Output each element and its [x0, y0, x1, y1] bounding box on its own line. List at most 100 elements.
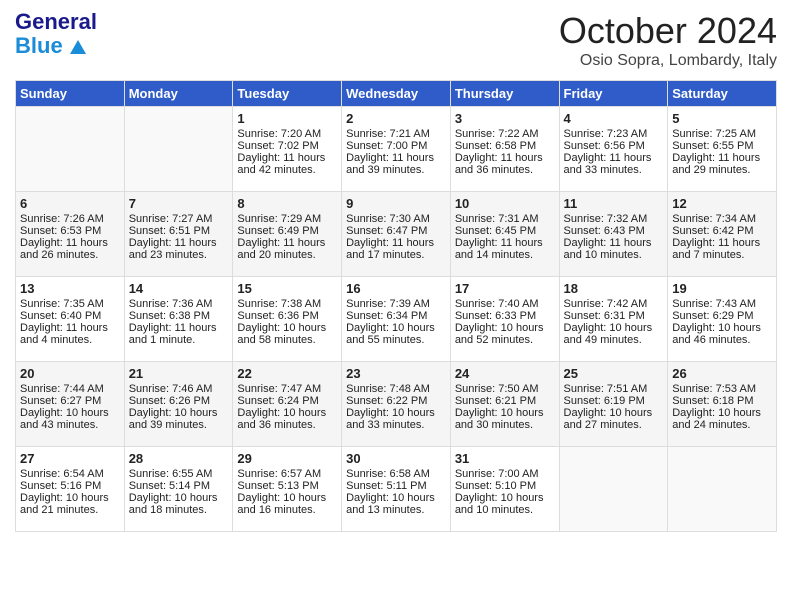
cell-text: Daylight: 10 hours and 46 minutes. — [672, 322, 772, 346]
calendar-header: SundayMondayTuesdayWednesdayThursdayFrid… — [16, 81, 777, 107]
cell-text: Sunrise: 7:48 AM — [346, 383, 446, 395]
calendar-cell: 14Sunrise: 7:36 AMSunset: 6:38 PMDayligh… — [124, 277, 233, 362]
cell-text: Sunrise: 6:57 AM — [237, 468, 337, 480]
cell-text: Sunset: 5:14 PM — [129, 480, 229, 492]
day-number: 12 — [672, 196, 772, 211]
calendar-cell: 19Sunrise: 7:43 AMSunset: 6:29 PMDayligh… — [668, 277, 777, 362]
cell-text: Daylight: 10 hours and 13 minutes. — [346, 492, 446, 516]
calendar-cell: 15Sunrise: 7:38 AMSunset: 6:36 PMDayligh… — [233, 277, 342, 362]
cell-text: Sunset: 6:26 PM — [129, 395, 229, 407]
cell-text: Sunrise: 6:54 AM — [20, 468, 120, 480]
calendar-cell: 13Sunrise: 7:35 AMSunset: 6:40 PMDayligh… — [16, 277, 125, 362]
calendar-cell: 22Sunrise: 7:47 AMSunset: 6:24 PMDayligh… — [233, 362, 342, 447]
cell-text: Sunrise: 6:55 AM — [129, 468, 229, 480]
cell-text: Sunset: 7:00 PM — [346, 140, 446, 152]
cell-text: Daylight: 11 hours and 1 minute. — [129, 322, 229, 346]
day-number: 29 — [237, 451, 337, 466]
cell-text: Daylight: 11 hours and 14 minutes. — [455, 237, 555, 261]
day-number: 19 — [672, 281, 772, 296]
cell-text: Sunset: 6:18 PM — [672, 395, 772, 407]
cell-text: Daylight: 11 hours and 36 minutes. — [455, 152, 555, 176]
cell-text: Daylight: 11 hours and 23 minutes. — [129, 237, 229, 261]
cell-text: Sunrise: 7:32 AM — [564, 213, 664, 225]
day-number: 4 — [564, 111, 664, 126]
cell-text: Sunset: 6:34 PM — [346, 310, 446, 322]
calendar-cell: 6Sunrise: 7:26 AMSunset: 6:53 PMDaylight… — [16, 192, 125, 277]
cell-text: Sunset: 6:21 PM — [455, 395, 555, 407]
cell-text: Daylight: 10 hours and 36 minutes. — [237, 407, 337, 431]
day-number: 11 — [564, 196, 664, 211]
cell-text: Sunrise: 7:31 AM — [455, 213, 555, 225]
day-number: 26 — [672, 366, 772, 381]
cell-text: Sunset: 6:27 PM — [20, 395, 120, 407]
cell-text: Sunset: 5:11 PM — [346, 480, 446, 492]
cell-text: Sunrise: 7:38 AM — [237, 298, 337, 310]
day-of-week-header: Thursday — [450, 81, 559, 107]
cell-text: Daylight: 11 hours and 20 minutes. — [237, 237, 337, 261]
cell-text: Sunrise: 7:43 AM — [672, 298, 772, 310]
cell-text: Sunrise: 7:51 AM — [564, 383, 664, 395]
day-number: 24 — [455, 366, 555, 381]
day-number: 13 — [20, 281, 120, 296]
cell-text: Daylight: 11 hours and 33 minutes. — [564, 152, 664, 176]
cell-text: Sunrise: 7:47 AM — [237, 383, 337, 395]
day-number: 10 — [455, 196, 555, 211]
cell-text: Daylight: 11 hours and 17 minutes. — [346, 237, 446, 261]
calendar-cell: 21Sunrise: 7:46 AMSunset: 6:26 PMDayligh… — [124, 362, 233, 447]
cell-text: Sunset: 6:55 PM — [672, 140, 772, 152]
calendar-cell: 8Sunrise: 7:29 AMSunset: 6:49 PMDaylight… — [233, 192, 342, 277]
calendar-cell: 29Sunrise: 6:57 AMSunset: 5:13 PMDayligh… — [233, 447, 342, 532]
calendar-cell: 27Sunrise: 6:54 AMSunset: 5:16 PMDayligh… — [16, 447, 125, 532]
calendar-cell: 18Sunrise: 7:42 AMSunset: 6:31 PMDayligh… — [559, 277, 668, 362]
day-number: 1 — [237, 111, 337, 126]
cell-text: Sunset: 6:31 PM — [564, 310, 664, 322]
cell-text: Sunset: 6:38 PM — [129, 310, 229, 322]
title-block: October 2024 Osio Sopra, Lombardy, Italy — [559, 10, 777, 70]
day-number: 23 — [346, 366, 446, 381]
calendar-cell: 24Sunrise: 7:50 AMSunset: 6:21 PMDayligh… — [450, 362, 559, 447]
calendar-cell: 3Sunrise: 7:22 AMSunset: 6:58 PMDaylight… — [450, 107, 559, 192]
day-number: 9 — [346, 196, 446, 211]
calendar-week-row: 13Sunrise: 7:35 AMSunset: 6:40 PMDayligh… — [16, 277, 777, 362]
day-of-week-header: Saturday — [668, 81, 777, 107]
day-number: 6 — [20, 196, 120, 211]
cell-text: Sunrise: 7:44 AM — [20, 383, 120, 395]
cell-text: Daylight: 10 hours and 16 minutes. — [237, 492, 337, 516]
cell-text: Daylight: 11 hours and 39 minutes. — [346, 152, 446, 176]
calendar-cell: 25Sunrise: 7:51 AMSunset: 6:19 PMDayligh… — [559, 362, 668, 447]
cell-text: Sunrise: 7:35 AM — [20, 298, 120, 310]
day-number: 2 — [346, 111, 446, 126]
cell-text: Daylight: 10 hours and 10 minutes. — [455, 492, 555, 516]
day-number: 31 — [455, 451, 555, 466]
calendar-table: SundayMondayTuesdayWednesdayThursdayFrid… — [15, 80, 777, 532]
cell-text: Sunset: 6:42 PM — [672, 225, 772, 237]
cell-text: Daylight: 10 hours and 27 minutes. — [564, 407, 664, 431]
calendar-subtitle: Osio Sopra, Lombardy, Italy — [559, 52, 777, 70]
cell-text: Sunset: 6:51 PM — [129, 225, 229, 237]
day-number: 27 — [20, 451, 120, 466]
day-number: 14 — [129, 281, 229, 296]
cell-text: Sunrise: 7:42 AM — [564, 298, 664, 310]
day-number: 16 — [346, 281, 446, 296]
cell-text: Sunset: 5:10 PM — [455, 480, 555, 492]
header-row: SundayMondayTuesdayWednesdayThursdayFrid… — [16, 81, 777, 107]
cell-text: Sunrise: 7:29 AM — [237, 213, 337, 225]
cell-text: Sunset: 6:19 PM — [564, 395, 664, 407]
cell-text: Sunset: 6:24 PM — [237, 395, 337, 407]
logo-blue-text: Blue — [15, 34, 63, 58]
calendar-cell — [124, 107, 233, 192]
calendar-title: October 2024 — [559, 10, 777, 52]
day-of-week-header: Wednesday — [342, 81, 451, 107]
calendar-cell: 16Sunrise: 7:39 AMSunset: 6:34 PMDayligh… — [342, 277, 451, 362]
cell-text: Sunrise: 7:46 AM — [129, 383, 229, 395]
cell-text: Sunrise: 7:34 AM — [672, 213, 772, 225]
cell-text: Daylight: 11 hours and 26 minutes. — [20, 237, 120, 261]
cell-text: Sunset: 6:56 PM — [564, 140, 664, 152]
cell-text: Daylight: 10 hours and 33 minutes. — [346, 407, 446, 431]
calendar-cell: 2Sunrise: 7:21 AMSunset: 7:00 PMDaylight… — [342, 107, 451, 192]
calendar-cell: 5Sunrise: 7:25 AMSunset: 6:55 PMDaylight… — [668, 107, 777, 192]
cell-text: Sunrise: 7:39 AM — [346, 298, 446, 310]
cell-text: Daylight: 11 hours and 29 minutes. — [672, 152, 772, 176]
day-of-week-header: Friday — [559, 81, 668, 107]
calendar-cell: 26Sunrise: 7:53 AMSunset: 6:18 PMDayligh… — [668, 362, 777, 447]
